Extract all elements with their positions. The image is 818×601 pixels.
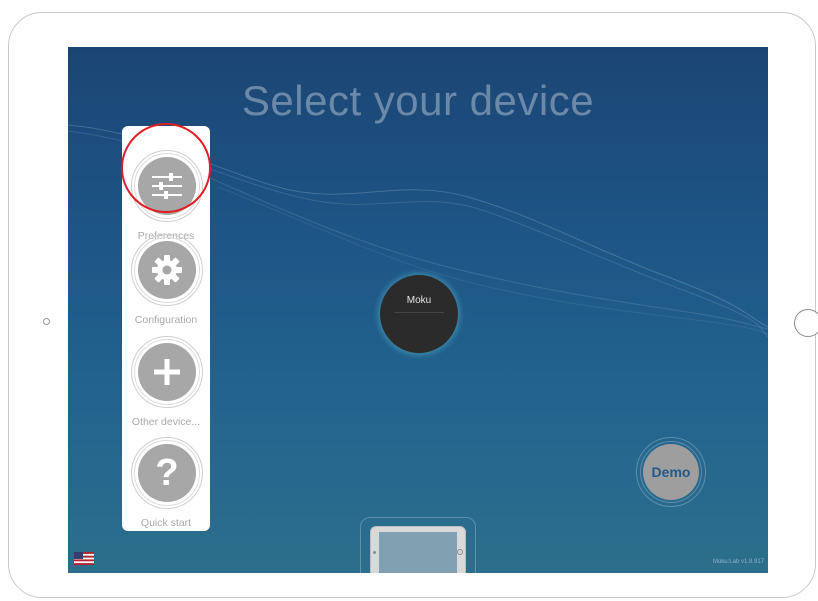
tablet-icon-home [457, 549, 463, 555]
page-title: Select your device [241, 77, 595, 124]
device-name: Moku [406, 295, 432, 306]
us-flag-icon[interactable] [74, 552, 94, 565]
configuration-label: Configuration [134, 314, 198, 326]
quick-start-label: Quick start [140, 517, 192, 529]
sliders-icon [138, 157, 196, 215]
plus-icon [138, 343, 196, 401]
question-icon: ? [138, 444, 196, 502]
other-device-button[interactable]: Other device... [122, 336, 210, 436]
app-screen: Select your device Preferences Configura… [68, 47, 768, 573]
device-divider [394, 312, 444, 313]
tablet-icon [370, 526, 466, 573]
tablet-icon-camera [373, 551, 376, 554]
tablet-icon-screen [379, 532, 457, 573]
camera-dot [43, 318, 50, 325]
other-device-label: Other device... [131, 416, 201, 428]
demo-button[interactable]: Demo [636, 437, 706, 507]
home-button[interactable] [794, 309, 818, 337]
side-menu: Preferences Configuration Other device..… [122, 126, 210, 531]
quick-start-button[interactable]: ? Quick start [122, 437, 210, 537]
configuration-button[interactable]: Configuration [122, 234, 210, 334]
moku-device-button[interactable]: Moku [380, 275, 458, 353]
version-label: Moku:Lab v1.8.917 [712, 559, 764, 565]
ipad-device-button[interactable] [360, 517, 476, 573]
demo-label: Demo [643, 444, 699, 500]
gear-icon [138, 241, 196, 299]
